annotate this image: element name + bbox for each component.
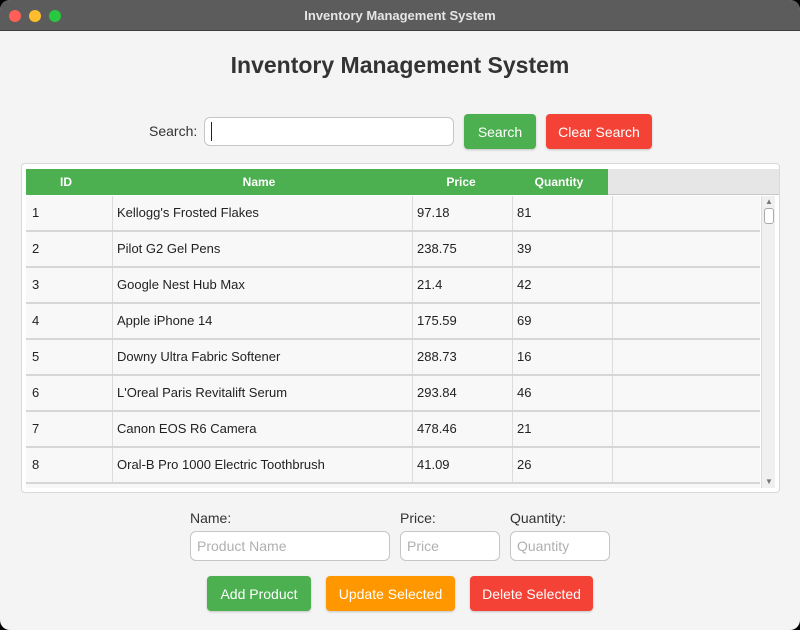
cell-quantity: 21 bbox=[512, 412, 612, 446]
cell-price: 97.18 bbox=[412, 196, 512, 230]
table-row[interactable] bbox=[26, 484, 760, 488]
scroll-up-arrow-icon[interactable]: ▲ bbox=[765, 198, 773, 206]
table-body: 1 Kellogg's Frosted Flakes 97.18 81 2 Pi… bbox=[26, 196, 760, 488]
scrollbar-thumb[interactable] bbox=[764, 208, 774, 224]
search-input[interactable] bbox=[204, 117, 454, 146]
cell-name: Pilot G2 Gel Pens bbox=[112, 232, 412, 266]
cell-quantity: 26 bbox=[512, 448, 612, 482]
clear-search-button[interactable]: Clear Search bbox=[546, 114, 652, 149]
add-product-button[interactable]: Add Product bbox=[207, 576, 311, 611]
price-field[interactable] bbox=[400, 531, 500, 561]
cell-filler bbox=[612, 340, 760, 374]
table-header: ID Name Price Quantity bbox=[26, 169, 779, 195]
cell-id: 1 bbox=[32, 205, 40, 220]
text-caret bbox=[211, 122, 212, 141]
table-row[interactable]: 5 Downy Ultra Fabric Softener 288.73 16 bbox=[26, 340, 760, 376]
column-header-quantity[interactable]: Quantity bbox=[510, 169, 608, 195]
cell-name: Apple iPhone 14 bbox=[112, 304, 412, 338]
cell-quantity: 46 bbox=[512, 376, 612, 410]
product-table: ID Name Price Quantity 1 Kellogg's Frost… bbox=[21, 163, 780, 493]
cell-id: 8 bbox=[32, 457, 40, 472]
cell-id: 7 bbox=[32, 421, 40, 436]
cell-id: 5 bbox=[32, 349, 40, 364]
cell-name: Downy Ultra Fabric Softener bbox=[112, 340, 412, 374]
cell-filler bbox=[612, 376, 760, 410]
table-row[interactable]: 6 L'Oreal Paris Revitalift Serum 293.84 … bbox=[26, 376, 760, 412]
name-label: Name: bbox=[190, 510, 232, 526]
table-row[interactable]: 2 Pilot G2 Gel Pens 238.75 39 bbox=[26, 232, 760, 268]
cell-filler bbox=[612, 196, 760, 230]
cell-name: Kellogg's Frosted Flakes bbox=[112, 196, 412, 230]
cell-filler bbox=[612, 232, 760, 266]
scroll-down-arrow-icon[interactable]: ▼ bbox=[765, 478, 773, 486]
price-label: Price: bbox=[400, 510, 436, 526]
table-row[interactable]: 7 Canon EOS R6 Camera 478.46 21 bbox=[26, 412, 760, 448]
cell-filler bbox=[612, 304, 760, 338]
cell-price: 293.84 bbox=[412, 376, 512, 410]
cell-quantity: 42 bbox=[512, 268, 612, 302]
search-button[interactable]: Search bbox=[464, 114, 536, 149]
cell-quantity: 81 bbox=[512, 196, 612, 230]
cell-price: 175.59 bbox=[412, 304, 512, 338]
cell-quantity: 69 bbox=[512, 304, 612, 338]
search-label: Search: bbox=[149, 123, 198, 139]
cell-name: Canon EOS R6 Camera bbox=[112, 412, 412, 446]
title-bar: Inventory Management System bbox=[0, 0, 800, 31]
quantity-label: Quantity: bbox=[510, 510, 567, 526]
cell-quantity: 16 bbox=[512, 340, 612, 374]
cell-id: 2 bbox=[32, 241, 40, 256]
cell-filler bbox=[612, 448, 760, 482]
table-row[interactable]: 8 Oral-B Pro 1000 Electric Toothbrush 41… bbox=[26, 448, 760, 484]
cell-price: 238.75 bbox=[412, 232, 512, 266]
app-window: Inventory Management System Inventory Ma… bbox=[0, 0, 800, 630]
update-selected-button[interactable]: Update Selected bbox=[326, 576, 455, 611]
cell-price: 41.09 bbox=[412, 448, 512, 482]
cell-filler bbox=[612, 412, 760, 446]
cell-name: Oral-B Pro 1000 Electric Toothbrush bbox=[112, 448, 412, 482]
product-name-field[interactable] bbox=[190, 531, 390, 561]
cell-name: L'Oreal Paris Revitalift Serum bbox=[112, 376, 412, 410]
table-row[interactable]: 3 Google Nest Hub Max 21.4 42 bbox=[26, 268, 760, 304]
table-scrollbar[interactable]: ▲ ▼ bbox=[761, 196, 775, 488]
table-row[interactable]: 1 Kellogg's Frosted Flakes 97.18 81 bbox=[26, 196, 760, 232]
delete-selected-button[interactable]: Delete Selected bbox=[470, 576, 593, 611]
column-header-price[interactable]: Price bbox=[412, 169, 510, 195]
cell-id: 3 bbox=[32, 277, 40, 292]
page-title: Inventory Management System bbox=[230, 52, 570, 78]
cell-price: 288.73 bbox=[412, 340, 512, 374]
cell-id: 4 bbox=[32, 313, 40, 328]
window-title: Inventory Management System bbox=[304, 8, 496, 23]
cell-filler bbox=[612, 268, 760, 302]
column-header-name[interactable]: Name bbox=[106, 169, 412, 195]
cell-price: 21.4 bbox=[412, 268, 512, 302]
cell-name: Google Nest Hub Max bbox=[112, 268, 412, 302]
cell-price: 478.46 bbox=[412, 412, 512, 446]
cell-quantity: 39 bbox=[512, 232, 612, 266]
quantity-field[interactable] bbox=[510, 531, 610, 561]
table-row[interactable]: 4 Apple iPhone 14 175.59 69 bbox=[26, 304, 760, 340]
column-header-id[interactable]: ID bbox=[26, 169, 106, 195]
cell-id: 6 bbox=[32, 385, 40, 400]
